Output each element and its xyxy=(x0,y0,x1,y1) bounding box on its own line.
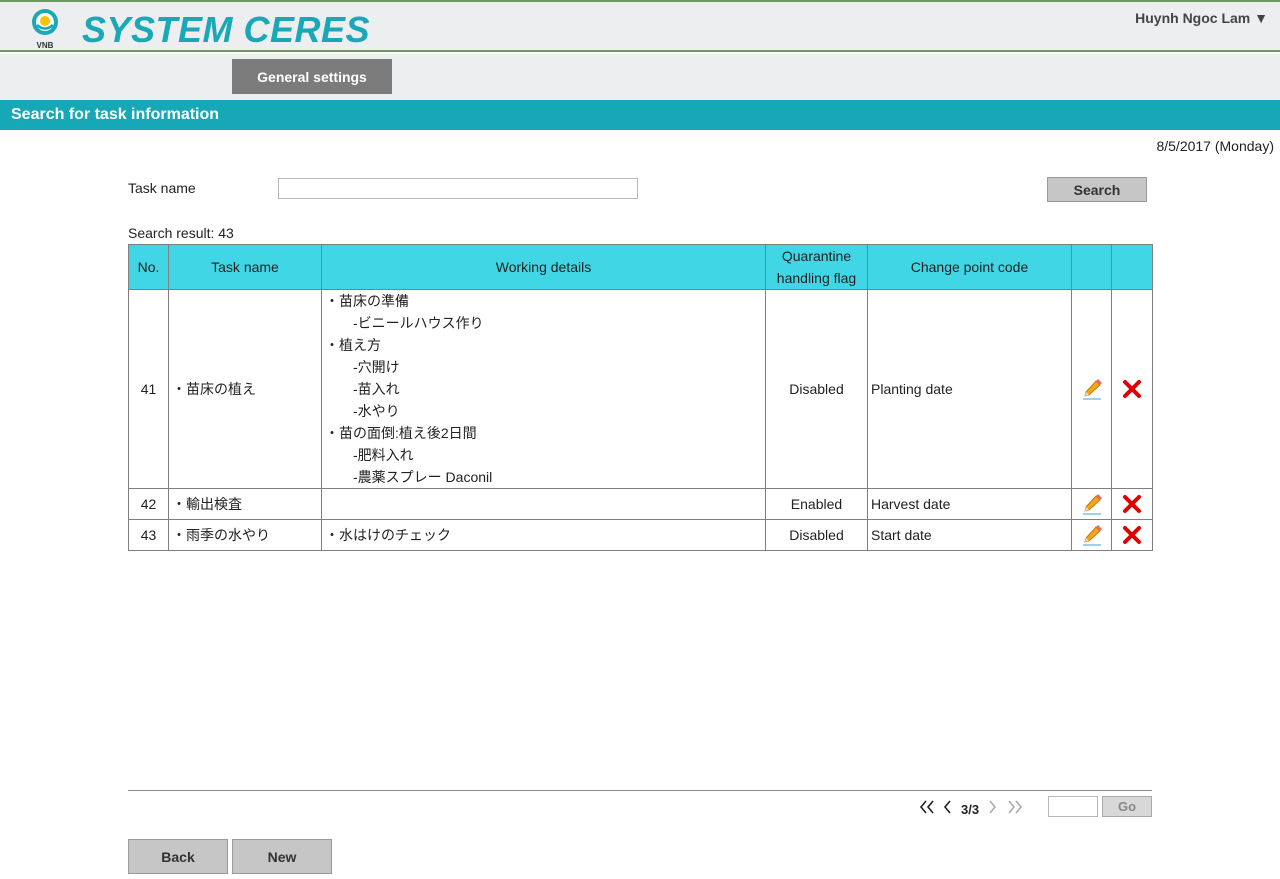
table-row: 43 ・雨季の水やり ・水はけのチェック Disabled Start date xyxy=(128,519,1153,551)
detail-line: ・苗の面倒:植え後2日間 xyxy=(325,425,477,441)
col-header-working-details: Working details xyxy=(321,244,766,290)
page-indicator: 3/3 xyxy=(961,802,980,817)
detail-line: -農薬スプレー Daconil xyxy=(353,469,493,485)
row-edit-cell xyxy=(1071,488,1112,520)
delete-x-icon[interactable] xyxy=(1121,493,1143,515)
col-header-quarantine-flag: Quarantine handling flag xyxy=(765,244,868,290)
delete-x-icon[interactable] xyxy=(1121,524,1143,546)
row-task-name: ・雨季の水やり xyxy=(168,519,322,551)
go-button[interactable]: Go xyxy=(1102,796,1152,817)
table-row: 42 ・輸出検査 Enabled Harvest date xyxy=(128,488,1153,520)
pencil-icon[interactable] xyxy=(1081,493,1103,515)
search-button[interactable]: Search xyxy=(1047,177,1147,202)
search-result-count: Search result: 43 xyxy=(128,225,234,241)
table-row: 41 ・苗床の植え ・苗床の準備 -ビニールハウス作り ・植え方 -穴開け -苗… xyxy=(128,289,1153,489)
col-header-task-name: Task name xyxy=(168,244,322,290)
double-chevron-right-icon[interactable] xyxy=(1007,800,1023,814)
row-working-details xyxy=(321,488,766,520)
detail-line: -水やり xyxy=(353,403,400,419)
user-menu[interactable]: Huynh Ngoc Lam ▼ xyxy=(1135,10,1268,26)
row-change-point: Planting date xyxy=(867,289,1072,489)
detail-line: ・苗床の準備 xyxy=(325,293,409,309)
row-edit-cell xyxy=(1071,289,1112,489)
detail-line: -穴開け xyxy=(353,359,400,375)
row-no: 43 xyxy=(128,519,169,551)
col-header-change-point: Change point code xyxy=(867,244,1072,290)
row-no: 42 xyxy=(128,488,169,520)
col-header-no: No. xyxy=(128,244,169,290)
double-chevron-left-icon[interactable] xyxy=(919,800,935,814)
detail-line: ・水はけのチェック xyxy=(325,527,451,543)
page-number-input[interactable] xyxy=(1048,796,1098,817)
col-header-delete xyxy=(1111,244,1153,290)
row-delete-cell xyxy=(1111,289,1153,489)
row-delete-cell xyxy=(1111,519,1153,551)
row-change-point: Start date xyxy=(867,519,1072,551)
task-name-input[interactable] xyxy=(278,178,638,199)
pager-divider xyxy=(128,790,1152,791)
logo-text: VNB xyxy=(37,41,54,50)
current-date: 8/5/2017 (Monday) xyxy=(1156,138,1274,154)
detail-line: -ビニールハウス作り xyxy=(353,315,484,331)
row-working-details: ・苗床の準備 -ビニールハウス作り ・植え方 -穴開け -苗入れ -水やり ・苗… xyxy=(321,289,766,489)
table-header-row: No. Task name Working details Quarantine… xyxy=(128,244,1153,290)
col-header-edit xyxy=(1071,244,1112,290)
row-task-name: ・輸出検査 xyxy=(168,488,322,520)
row-change-point: Harvest date xyxy=(867,488,1072,520)
col-header-quarantine-line1: Quarantine xyxy=(781,248,852,264)
row-delete-cell xyxy=(1111,488,1153,520)
pencil-icon[interactable] xyxy=(1081,524,1103,546)
detail-line: ・植え方 xyxy=(325,337,381,353)
row-quarantine-flag: Disabled xyxy=(765,289,868,489)
app-title: SYSTEM CERES xyxy=(82,9,371,50)
chevron-left-icon[interactable] xyxy=(942,800,952,814)
detail-line: -肥料入れ xyxy=(353,447,414,463)
row-task-name: ・苗床の植え xyxy=(168,289,322,489)
vnb-logo: VNB xyxy=(32,9,58,50)
row-edit-cell xyxy=(1071,519,1112,551)
menu-bar: General settings xyxy=(0,54,1280,100)
detail-line: -苗入れ xyxy=(353,381,400,397)
task-table: No. Task name Working details Quarantine… xyxy=(128,244,1153,551)
delete-x-icon[interactable] xyxy=(1121,378,1143,400)
new-button[interactable]: New xyxy=(232,839,332,874)
row-quarantine-flag: Enabled xyxy=(765,488,868,520)
col-header-quarantine-line2: handling flag xyxy=(776,270,857,286)
row-quarantine-flag: Disabled xyxy=(765,519,868,551)
back-button[interactable]: Back xyxy=(128,839,228,874)
section-title: Search for task information xyxy=(0,100,1280,130)
app-header: VNB SYSTEM CERES Huynh Ngoc Lam ▼ xyxy=(0,0,1280,52)
task-name-label: Task name xyxy=(128,180,196,196)
row-no: 41 xyxy=(128,289,169,489)
general-settings-button[interactable]: General settings xyxy=(232,59,392,94)
chevron-right-icon[interactable] xyxy=(988,800,998,814)
row-working-details: ・水はけのチェック xyxy=(321,519,766,551)
pencil-icon[interactable] xyxy=(1081,378,1103,400)
